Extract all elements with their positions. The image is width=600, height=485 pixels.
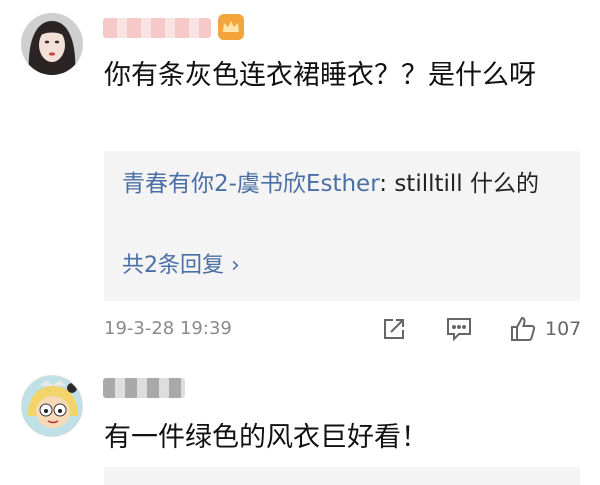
reply-preview-box[interactable] <box>104 467 580 485</box>
reply-text: stilltill 什么的 <box>394 171 539 197</box>
user-avatar[interactable] <box>21 375 83 437</box>
comment-text: 你有条灰色连衣裙睡衣？？是什么呀 <box>104 60 536 91</box>
reply-button[interactable] <box>445 312 473 346</box>
like-button[interactable]: 107 <box>509 312 581 346</box>
view-all-replies-link[interactable]: 共2条回复 › <box>122 251 240 281</box>
reply-separator: : <box>379 171 395 197</box>
share-icon <box>381 316 407 342</box>
username-redacted[interactable] <box>103 18 211 38</box>
user-avatar[interactable] <box>21 13 83 75</box>
comment-text: 有一件绿色的风衣巨好看！ <box>104 422 428 453</box>
reply-author-link[interactable]: 青春有你2-虞书欣Esther <box>122 171 379 197</box>
like-count: 107 <box>545 318 582 340</box>
share-button[interactable] <box>381 312 407 346</box>
reply-preview: 青春有你2-虞书欣Esther: stilltill 什么的 <box>122 165 562 203</box>
vip-badge-icon <box>218 14 244 40</box>
comment-icon <box>445 316 473 342</box>
reply-preview-box[interactable]: 青春有你2-虞书欣Esther: stilltill 什么的 共2条回复 › <box>104 151 580 301</box>
comment-timestamp: 19-3-28 19:39 <box>104 318 232 339</box>
username-redacted[interactable] <box>103 378 185 398</box>
like-icon <box>509 315 537 343</box>
